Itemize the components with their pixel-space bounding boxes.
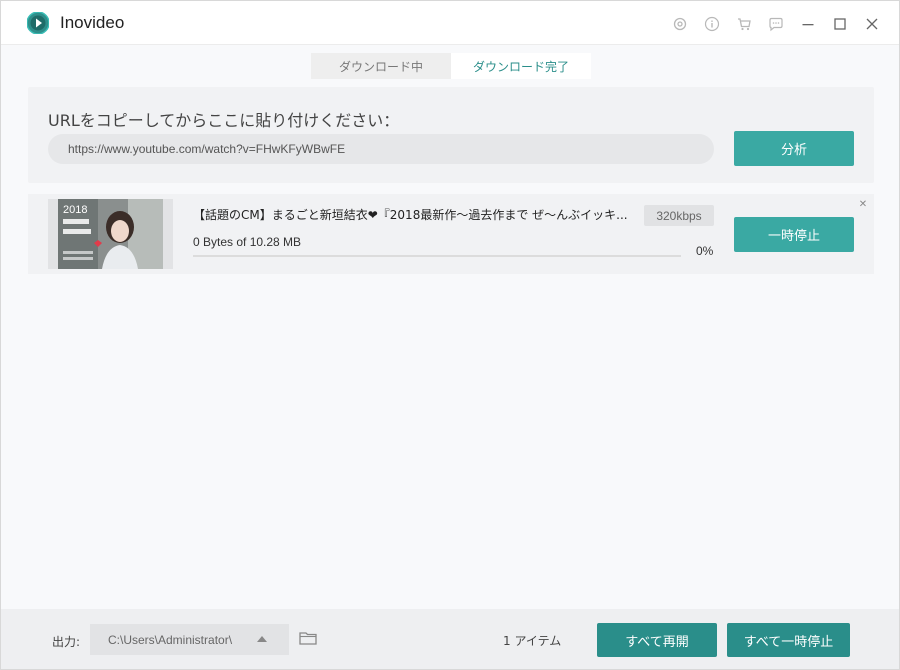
pause-all-button[interactable]: すべて一時停止 — [727, 623, 850, 657]
maximize-icon[interactable] — [829, 13, 851, 35]
info-icon[interactable] — [701, 13, 723, 35]
url-input[interactable] — [48, 134, 714, 164]
bottom-bar: 出力: C:\Users\Administrator\ 1 アイテム すべて再開… — [1, 609, 899, 669]
app-title: Inovideo — [60, 13, 125, 32]
analyze-button[interactable]: 分析 — [734, 131, 854, 166]
output-path-select[interactable]: C:\Users\Administrator\ — [90, 624, 289, 655]
cart-icon[interactable] — [733, 13, 755, 35]
tab-bar: ダウンロード中 ダウンロード完了 — [311, 53, 591, 79]
items-count: 1 アイテム — [503, 634, 562, 648]
close-icon[interactable] — [861, 13, 883, 35]
pause-button[interactable]: 一時停止 — [734, 217, 854, 252]
download-size: 0 Bytes of 10.28 MB — [193, 235, 302, 249]
minimize-icon[interactable] — [797, 13, 819, 35]
resume-all-button[interactable]: すべて再開 — [597, 623, 717, 657]
output-label: 出力: — [52, 635, 81, 649]
thumbnail-year: 2018 — [63, 204, 87, 216]
chevron-up-icon[interactable] — [257, 636, 267, 642]
tab-downloading[interactable]: ダウンロード中 — [311, 53, 451, 79]
url-panel: URLをコピーしてからここに貼り付けください： 分析 — [28, 87, 874, 183]
app-logo-icon — [27, 12, 49, 34]
settings-icon[interactable] — [669, 13, 691, 35]
url-label: URLをコピーしてからここに貼り付けください： — [48, 111, 400, 130]
folder-icon[interactable] — [299, 630, 317, 646]
output-path-text: C:\Users\Administrator\ — [108, 632, 233, 647]
download-item: 2018 【話題のCM】まるごと新垣結衣❤『2018最新作～過去作まで ぜ～んぶ… — [28, 194, 874, 274]
thumbnail-container: 2018 — [48, 199, 173, 269]
title-bar: Inovideo — [1, 1, 899, 45]
progress-bar — [193, 255, 681, 257]
bitrate-badge: 320kbps — [644, 205, 714, 226]
chat-icon[interactable] — [765, 13, 787, 35]
tab-downloaded[interactable]: ダウンロード完了 — [451, 53, 591, 79]
video-thumbnail[interactable]: 2018 — [58, 199, 163, 269]
remove-item-icon[interactable]: ✕ — [857, 198, 869, 210]
progress-percent: 0% — [696, 244, 714, 258]
download-title: 【話題のCM】まるごと新垣結衣❤『2018最新作～過去作まで ぜ～んぶイッキ..… — [193, 208, 628, 222]
